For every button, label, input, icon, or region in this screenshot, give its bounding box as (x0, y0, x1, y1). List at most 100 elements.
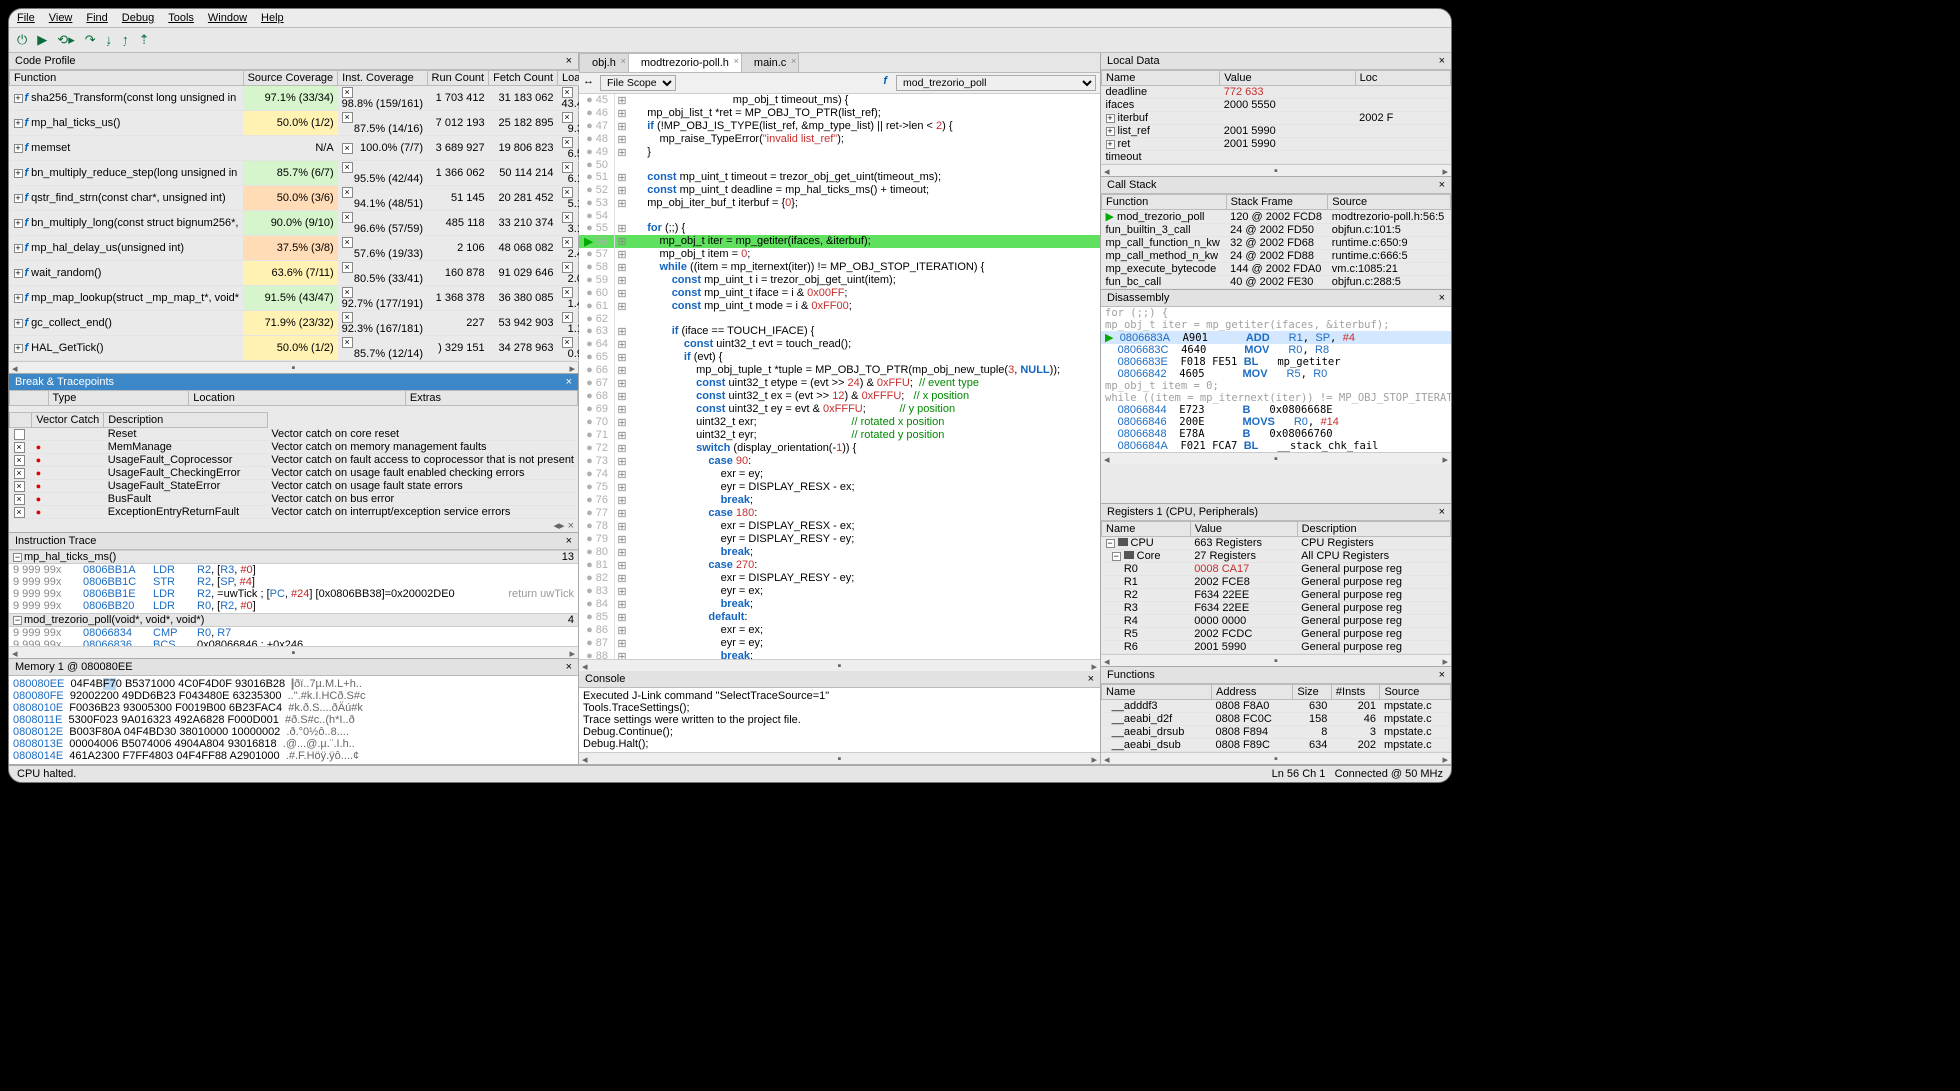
code-editor[interactable]: ● 45 ⊞ mp_obj_t timeout_ms) { ● 46 ⊞ mp_… (579, 94, 1100, 659)
restart-icon[interactable]: ⟲▸ (57, 32, 74, 48)
code-line[interactable]: ● 61 ⊞ const mp_uint_t mode = i & 0xFF00… (579, 300, 1100, 313)
local-var-row[interactable]: ifaces2000 5550 (1102, 99, 1451, 112)
register-row[interactable]: R12002 FCE8General purpose reg (1102, 576, 1451, 589)
nav-icons[interactable]: ◂▸ × (9, 519, 578, 532)
local-var-row[interactable]: deadline772 633 (1102, 86, 1451, 99)
code-line[interactable]: ● 63 ⊞ if (iface == TOUCH_IFACE) { (579, 325, 1100, 338)
local-var-row[interactable]: timeout (1102, 151, 1451, 164)
callstack-row[interactable]: mp_call_method_n_kw24 @ 2002 FD88runtime… (1102, 250, 1451, 263)
close-icon[interactable]: × (566, 376, 572, 388)
disasm-line[interactable]: 0806683C 4640 MOV R0, R8 (1101, 344, 1451, 356)
close-icon[interactable]: × (566, 661, 572, 673)
step-over-icon[interactable]: ↷ (85, 32, 96, 48)
callstack-row[interactable]: fun_builtin_3_call24 @ 2002 FD50objfun.c… (1102, 224, 1451, 237)
trace-line[interactable]: 9 999 99x 0806BB20 LDR R0, [R2, #0] (9, 600, 578, 612)
code-line[interactable]: ● 69 ⊞ const uint32_t ey = evt & 0xFFFU;… (579, 403, 1100, 416)
local-var-row[interactable]: +list_ref2001 5990 (1102, 125, 1451, 138)
code-line[interactable]: ● 59 ⊞ const mp_uint_t i = trezor_obj_ge… (579, 274, 1100, 287)
vector-row[interactable]: ×●UsageFault_CheckingErrorVector catch o… (10, 467, 579, 480)
code-line[interactable]: ● 81 ⊞ case 270: (579, 559, 1100, 572)
function-row[interactable]: __aeabi_dsub0808 F89C634202mpstate.c (1102, 739, 1451, 752)
profile-row[interactable]: +fgc_collect_end() 71.9% (23/32) × 92.3%… (10, 311, 603, 336)
close-icon[interactable]: × (566, 55, 572, 67)
code-line[interactable]: ● 70 ⊞ uint32_t exr; // rotated x positi… (579, 416, 1100, 429)
code-line[interactable]: ● 58 ⊞ while ((item = mp_iternext(iter))… (579, 261, 1100, 274)
code-line[interactable]: ● 73 ⊞ case 90: (579, 455, 1100, 468)
disasm-line[interactable]: ▶ 0806683A A901 ADD R1, SP, #4 (1101, 331, 1451, 344)
code-line[interactable]: ● 52 ⊞ const mp_uint_t deadline = mp_hal… (579, 184, 1100, 197)
code-line[interactable]: ● 57 ⊞ mp_obj_t item = 0; (579, 248, 1100, 261)
code-line[interactable]: ● 53 ⊞ mp_obj_iter_buf_t iterbuf = {0}; (579, 197, 1100, 210)
register-row[interactable]: R62001 5990General purpose reg (1102, 641, 1451, 654)
close-icon[interactable]: × (1439, 179, 1445, 191)
code-line[interactable]: ● 76 ⊞ break; (579, 494, 1100, 507)
profile-row[interactable]: +fsha256_Transform(const long unsigned i… (10, 86, 603, 111)
menu-help[interactable]: Help (261, 12, 284, 24)
profile-row[interactable]: +fqstr_find_strn(const char*, unsigned i… (10, 186, 603, 211)
code-line[interactable]: ● 60 ⊞ const mp_uint_t iface = i & 0x00F… (579, 287, 1100, 300)
trace-line[interactable]: 9 999 99x 0806BB1A LDR R2, [R3, #0] (9, 564, 578, 576)
code-line[interactable]: ● 87 ⊞ eyr = ey; (579, 637, 1100, 650)
code-line[interactable]: ● 46 ⊞ mp_obj_list_t *ret = MP_OBJ_TO_PT… (579, 107, 1100, 120)
profile-row[interactable]: +fbn_multiply_long(const struct bignum25… (10, 211, 603, 236)
profile-row[interactable]: +fmp_hal_delay_us(unsigned int) 37.5% (3… (10, 236, 603, 261)
scroll-right-icon[interactable]: ▸ (569, 362, 575, 373)
step-return-icon[interactable]: ⇡ (139, 32, 150, 48)
memory-view[interactable]: 080080EE 04F4BF70 B5371000 4C0F4D0F 9301… (9, 676, 578, 764)
code-line[interactable]: ● 50 (579, 159, 1100, 171)
code-line[interactable]: ● 86 ⊞ exr = ex; (579, 624, 1100, 637)
menu-debug[interactable]: Debug (122, 12, 154, 24)
code-line[interactable]: ● 65 ⊞ if (evt) { (579, 351, 1100, 364)
function-scope-select[interactable]: mod_trezorio_poll (896, 75, 1096, 91)
profile-row[interactable]: +fmp_map_lookup(struct _mp_map_t*, void*… (10, 286, 603, 311)
register-row[interactable]: R52002 FCDCGeneral purpose reg (1102, 628, 1451, 641)
menu-view[interactable]: View (49, 12, 73, 24)
code-line[interactable]: ● 83 ⊞ eyr = ex; (579, 585, 1100, 598)
code-line[interactable]: ● 84 ⊞ break; (579, 598, 1100, 611)
code-line[interactable]: ● 75 ⊞ eyr = DISPLAY_RESX - ex; (579, 481, 1100, 494)
function-row[interactable]: __aeabi_d2f0808 FC0C15846mpstate.c (1102, 713, 1451, 726)
code-line[interactable]: ● 85 ⊞ default: (579, 611, 1100, 624)
tab-modtrezorio-poll.h[interactable]: modtrezorio-poll.h× (628, 53, 742, 72)
power-icon[interactable]: ⏻ (17, 32, 27, 48)
close-icon[interactable]: × (1439, 506, 1445, 518)
callstack-row[interactable]: mp_execute_bytecode144 @ 2002 FDA0vm.c:1… (1102, 263, 1451, 276)
disasm-line[interactable]: 08066846 200E MOVS R0, #14 (1101, 416, 1451, 428)
file-scope-select[interactable]: File Scope (600, 75, 676, 91)
trace-line[interactable]: 9 999 99x 0806BB1C STR R2, [SP, #4] (9, 576, 578, 588)
disasm-line[interactable]: 0806683E F018 FE51 BL mp_getiter (1101, 356, 1451, 368)
function-row[interactable]: __adddf30808 F8A0630201mpstate.c (1102, 700, 1451, 713)
vector-row[interactable]: ×●ExceptionEntryReturnFaultVector catch … (10, 506, 579, 519)
close-icon[interactable]: × (1439, 55, 1445, 67)
code-line[interactable]: ● 88 ⊞ break; (579, 650, 1100, 659)
vector-row[interactable]: ×●MemManageVector catch on memory manage… (10, 441, 579, 454)
disassembly-view[interactable]: for (;;) {mp_obj_t iter = mp_getiter(ifa… (1101, 307, 1451, 452)
local-var-row[interactable]: +ret2001 5990 (1102, 138, 1451, 151)
register-row[interactable]: R2F634 22EEGeneral purpose reg (1102, 589, 1451, 602)
code-line[interactable]: ● 82 ⊞ exr = DISPLAY_RESY - ey; (579, 572, 1100, 585)
code-line[interactable]: ● 74 ⊞ exr = ey; (579, 468, 1100, 481)
code-line[interactable]: ● 47 ⊞ if (!MP_OBJ_IS_TYPE(list_ref, &mp… (579, 120, 1100, 133)
vector-row[interactable]: ×●BusFaultVector catch on bus error (10, 493, 579, 506)
function-row[interactable]: __aeabi_drsub0808 F89483mpstate.c (1102, 726, 1451, 739)
code-line[interactable]: ▶ 56 ⊞ mp_obj_t iter = mp_getiter(ifaces… (579, 235, 1100, 248)
code-line[interactable]: ● 77 ⊞ case 180: (579, 507, 1100, 520)
profile-row[interactable]: +fmp_hal_ticks_us() 50.0% (1/2) × 87.5% … (10, 111, 603, 136)
console-output[interactable]: Executed J-Link command "SelectTraceSour… (579, 688, 1100, 752)
reg-group[interactable]: −Core27 RegistersAll CPU Registers (1102, 550, 1451, 563)
register-row[interactable]: R40000 0000General purpose reg (1102, 615, 1451, 628)
code-line[interactable]: ● 54 (579, 210, 1100, 222)
menu-window[interactable]: Window (208, 12, 247, 24)
profile-row[interactable]: +fbn_multiply_reduce_step(long unsigned … (10, 161, 603, 186)
callstack-row[interactable]: fun_bc_call40 @ 2002 FE30objfun.c:288:5 (1102, 276, 1451, 289)
disasm-line[interactable]: 0806684A F021 FCA7 BL __stack_chk_fail (1101, 440, 1451, 452)
register-row[interactable]: R3F634 22EEGeneral purpose reg (1102, 602, 1451, 615)
vector-row[interactable]: ×●UsageFault_CoprocessorVector catch on … (10, 454, 579, 467)
trace-line[interactable]: 9 999 99x 08066836 BCS 0x08066846 ; +0x2… (9, 639, 578, 646)
callstack-row[interactable]: ▶ mod_trezorio_poll120 @ 2002 FCD8modtre… (1102, 210, 1451, 224)
vector-row[interactable]: ×●UsageFault_StateErrorVector catch on u… (10, 480, 579, 493)
code-line[interactable]: ● 66 ⊞ mp_obj_tuple_t *tuple = MP_OBJ_TO… (579, 364, 1100, 377)
code-line[interactable]: ● 79 ⊞ eyr = DISPLAY_RESY - ey; (579, 533, 1100, 546)
step-into-icon[interactable]: ↓̣ (106, 32, 113, 48)
tab-obj.h[interactable]: obj.h× (579, 53, 629, 72)
